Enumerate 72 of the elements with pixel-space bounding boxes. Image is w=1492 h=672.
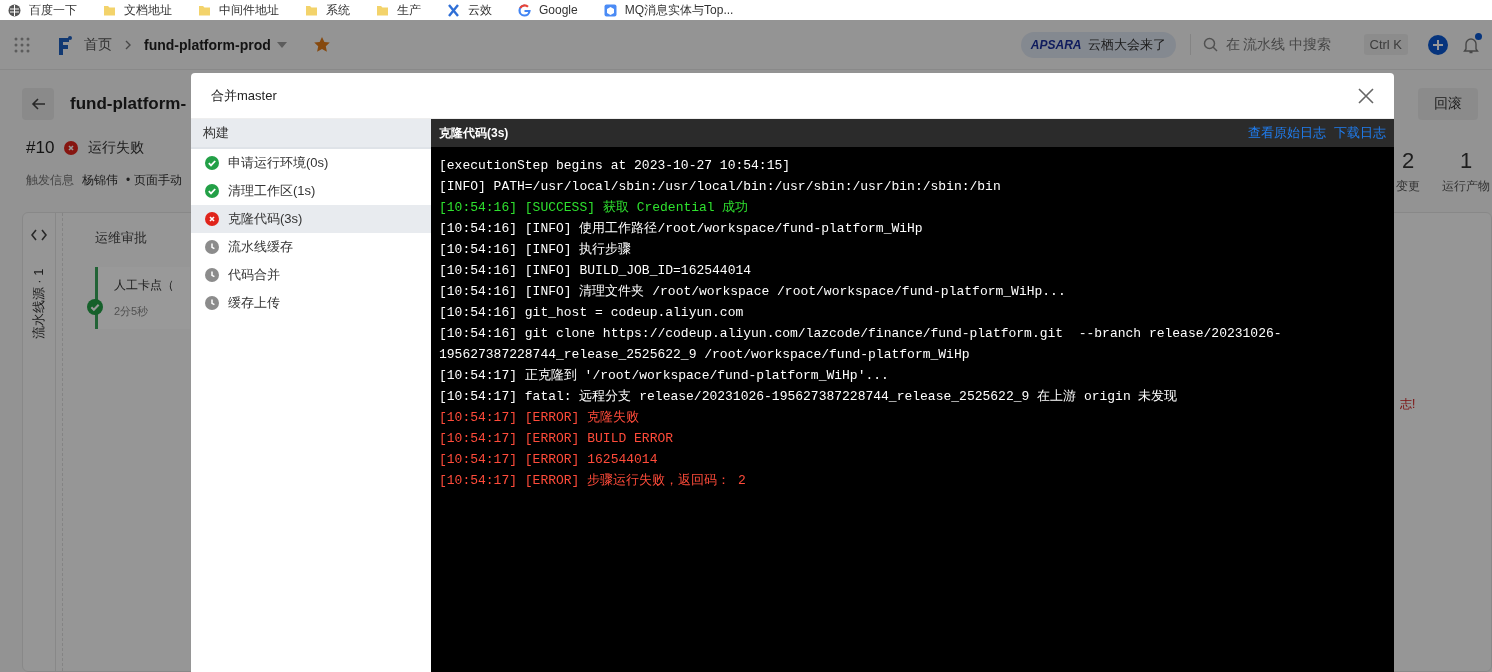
folder-icon	[198, 3, 211, 17]
step-item[interactable]: 缓存上传	[191, 289, 431, 317]
log-link[interactable]: 下载日志	[1334, 124, 1386, 142]
stat-label: 运行产物	[1442, 178, 1490, 195]
globe-icon	[8, 3, 21, 17]
log-line: [INFO] PATH=/usr/local/sbin:/usr/local/bin:/usr/sbin:/usr/bin:/sbin:/bin	[439, 178, 1002, 196]
bookmark[interactable]: 百度一下	[8, 1, 77, 19]
log-line: [10:54:16] [INFO] 使用工作路径/root/workspace/fund-platform_WiHp	[439, 220, 924, 238]
job-name: 人工卡点（	[114, 277, 174, 294]
log-line: [10:54:16] [SUCCESS] 获取 Credential 成功	[439, 199, 750, 217]
bookmark[interactable]: 中间件地址	[198, 1, 279, 19]
log-line: [10:54:17] 正克隆到 '/root/workspace/fund-platform_WiHp'...	[439, 367, 890, 385]
apps-grid-icon	[14, 36, 30, 53]
step-item[interactable]: 清理工作区(1s)	[191, 177, 431, 205]
steps-header: 构建	[191, 119, 431, 149]
close-icon	[1358, 87, 1374, 104]
search-icon	[1202, 37, 1218, 52]
trigger-detail: • 页面手动	[126, 172, 182, 189]
pipeline-title: fund-platform-	[70, 94, 187, 114]
step-item[interactable]: 流水线缓存	[191, 233, 431, 261]
log-line: [10:54:16] git clone https://codeup.aliyun.com/lazcode/finance/fund-platform.git --branch release/20231026-195627387228744_release_2525622_9 /root/workspace/fund-platform_WiHp	[439, 325, 1283, 364]
log-line: [10:54:16] [INFO] BUILD_JOB_ID=162544014	[439, 262, 753, 280]
run-status: 运行失败	[88, 139, 145, 157]
caret-icon	[276, 41, 287, 48]
rollback-button[interactable]: 回滚	[1418, 88, 1478, 120]
step-item[interactable]: 申请运行环境(0s)	[191, 149, 431, 177]
stat-value: 1	[1459, 148, 1473, 174]
log-line: [executionStep begins at 2023-10-27 10:54:15]	[439, 157, 792, 175]
step-item[interactable]: 克隆代码(3s)	[191, 205, 431, 233]
dialog-title: 合并master	[211, 86, 278, 105]
log-link[interactable]: 查看原始日志	[1248, 124, 1326, 142]
bookmark[interactable]: 系统	[305, 1, 350, 19]
pipeline-selector[interactable]: fund-platform-prod	[144, 36, 287, 53]
promo-badge[interactable]: APSARA 云栖大会来了	[1020, 31, 1176, 58]
log-line: [10:54:17] fatal: 远程分支 release/20231026-195627387228744_release_2525622_9 在上游 origin 未发现	[439, 388, 1179, 406]
log-line: [10:54:17] [ERROR] 克隆失败	[439, 409, 641, 427]
shortcut-hint: Ctrl K	[1363, 34, 1408, 55]
stat-value: 2	[1401, 148, 1415, 174]
cube-icon	[603, 3, 617, 17]
job-duration: 2分5秒	[114, 304, 150, 319]
run-number: #10	[26, 138, 55, 158]
bookmark[interactable]: Google	[518, 3, 578, 17]
back-arrow-icon	[30, 97, 46, 111]
code-icon	[31, 229, 47, 241]
folder-icon	[103, 3, 116, 17]
bookmark[interactable]: MQ消息实体与Top...	[603, 1, 734, 19]
breadcrumb-link[interactable]: 首页	[84, 35, 112, 54]
folder-icon	[376, 3, 389, 17]
bookmark[interactable]: 生产	[376, 1, 421, 19]
log-line: [10:54:16] [INFO] 清理文件夹 /root/workspace /root/workspace/fund-platform_WiHp...	[439, 283, 1067, 301]
error-message: 志!	[1400, 396, 1416, 413]
source-label: 流水线源 · 1	[30, 268, 47, 340]
trigger-label: 触发信息	[26, 172, 74, 189]
folder-icon	[305, 3, 318, 17]
chevron-right-icon	[124, 39, 132, 50]
log-line: [10:54:17] [ERROR] BUILD ERROR	[439, 430, 675, 448]
stat-label: 变更	[1396, 178, 1420, 195]
trigger-user: 杨锦伟	[82, 172, 118, 189]
bookmark[interactable]: 云效	[447, 1, 492, 19]
log-line: [10:54:17] [ERROR] 步骤运行失败，返回码： 2	[439, 472, 747, 490]
log-title: 克隆代码(3s)	[439, 124, 510, 142]
log-line: [10:54:17] [ERROR] 162544014	[439, 451, 659, 469]
step-item[interactable]: 代码合并	[191, 261, 431, 289]
cross-icon	[447, 3, 460, 17]
stage-title: 运维审批	[94, 229, 148, 247]
back-button[interactable]	[22, 88, 54, 120]
log-line: [10:54:16] [INFO] 执行步骤	[439, 241, 633, 259]
google-icon	[518, 3, 531, 17]
plus-icon[interactable]	[1428, 34, 1448, 55]
log-line: [10:54:16] git_host = codeup.aliyun.com	[439, 304, 745, 322]
bookmark[interactable]: 文档地址	[103, 1, 172, 19]
close-button[interactable]	[1358, 87, 1374, 104]
